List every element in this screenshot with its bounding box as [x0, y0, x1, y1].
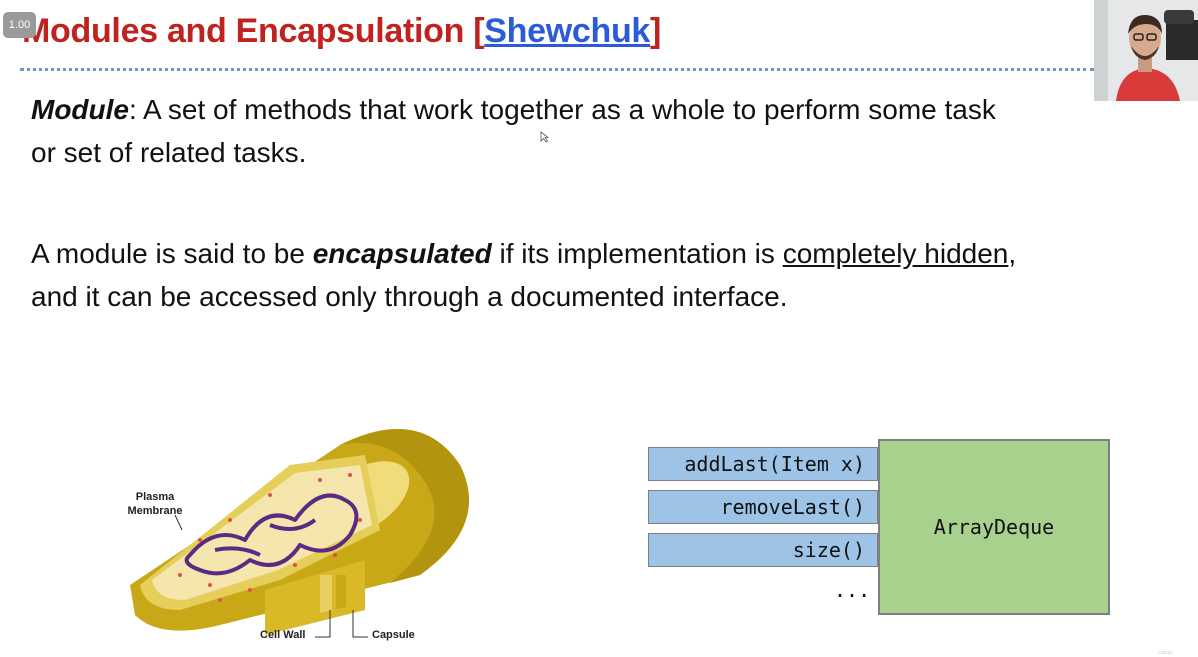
completely-hidden-phrase: completely hidden [782, 238, 1009, 269]
title-bracket: ] [650, 12, 662, 50]
webcam-video [1094, 0, 1198, 101]
cell-wall-label: Cell Wall [260, 629, 306, 641]
module-definition: Module: A set of methods that work toget… [31, 88, 996, 174]
shewchuk-link[interactable]: Shewchuk [484, 12, 650, 50]
capsule-label: Capsule [372, 629, 415, 641]
playback-speed-badge[interactable]: 1.00 [3, 12, 36, 38]
membrane-label: Membrane [127, 505, 183, 517]
encapsulated-term: encapsulated [312, 238, 492, 269]
arraydeque-class-box: ArrayDeque [878, 439, 1110, 615]
encapsulation-line2: and it can be accessed only through a do… [31, 281, 788, 312]
encapsulation-middle: if its implementation is [491, 238, 783, 269]
slide-title: Modules and Encapsulation [Shewchuk] [22, 12, 661, 51]
addlast-method: addLast(Item x) [648, 447, 878, 481]
module-term: Module [31, 94, 129, 125]
bacterium-cell-diagram [130, 429, 469, 638]
title-text: Modules and Encapsulation [ [22, 12, 485, 50]
comma: , [1008, 238, 1017, 269]
encapsulation-definition: A module is said to be encapsulated if i… [31, 232, 1016, 318]
removelast-method: removeLast() [648, 490, 878, 524]
presenter-image [1094, 0, 1198, 101]
plasma-membrane-label: Plasma Membrane [125, 490, 185, 518]
module-definition-line2: or set of related tasks. [31, 137, 307, 168]
title-divider [20, 68, 1094, 71]
mouse-cursor-icon [540, 131, 550, 143]
size-method: size() [648, 533, 878, 567]
module-definition-line1: : A set of methods that work together as… [129, 94, 996, 125]
encapsulation-prefix: A module is said to be [31, 238, 313, 269]
more-methods-ellipsis: ... [834, 578, 871, 602]
watermark-logo: ▭▭▭ [1158, 650, 1173, 656]
plasma-label: Plasma [135, 491, 175, 503]
